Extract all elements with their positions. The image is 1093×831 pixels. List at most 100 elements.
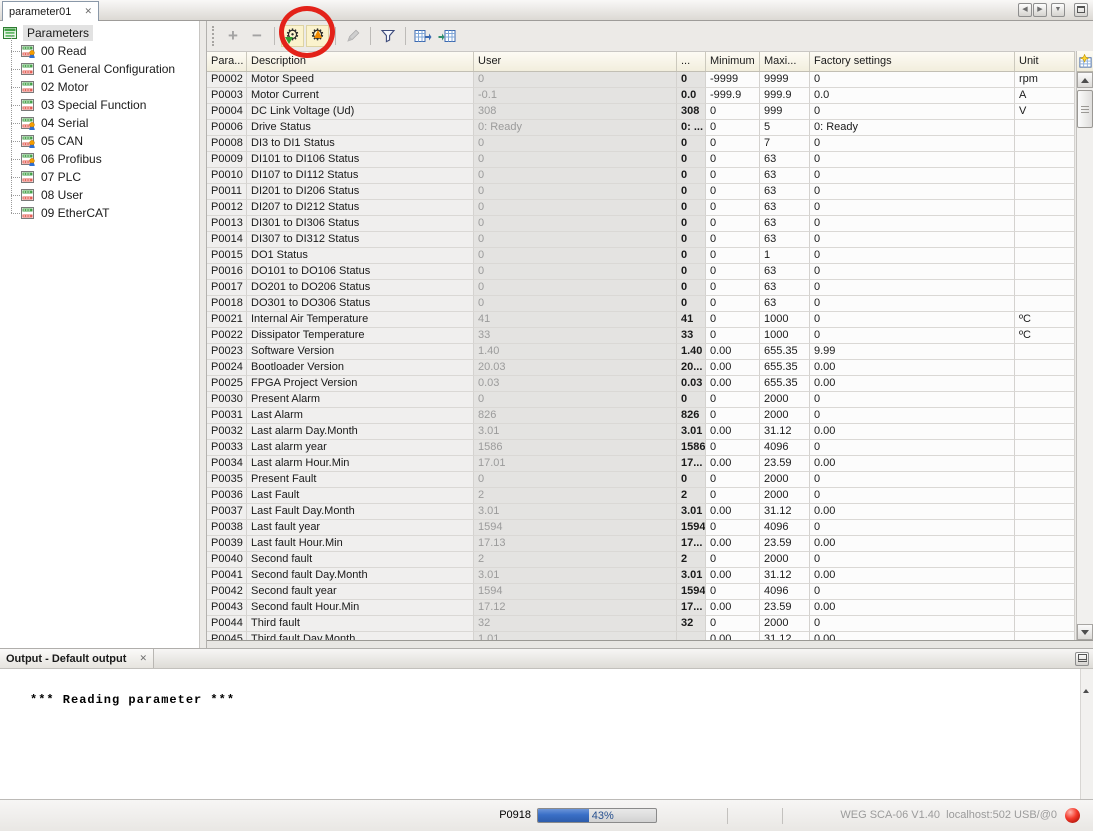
- table-row-p0031[interactable]: P0031Last Alarm826826020000: [207, 408, 1075, 424]
- cell-user-value[interactable]: 0: [474, 232, 677, 248]
- add-parameter-button[interactable]: +: [222, 25, 244, 47]
- table-row-p0003[interactable]: P0003Motor Current-0.10.0-999.9999.90.0A: [207, 88, 1075, 104]
- cell-user-value[interactable]: 3.01: [474, 424, 677, 440]
- column-header-para[interactable]: Para...: [207, 52, 247, 71]
- output-minimize-button[interactable]: [1075, 652, 1089, 666]
- edit-parameter-button[interactable]: [342, 25, 364, 47]
- table-row-p0010[interactable]: P0010DI107 to DI112 Status000630: [207, 168, 1075, 184]
- filter-parameters-button[interactable]: [377, 25, 399, 47]
- cell-user-value[interactable]: 0: [474, 184, 677, 200]
- column-header-[interactable]: ...: [677, 52, 706, 71]
- cell-user-value[interactable]: 0: [474, 216, 677, 232]
- table-row-p0044[interactable]: P0044Third fault3232020000: [207, 616, 1075, 632]
- table-row-p0015[interactable]: P0015DO1 Status00010: [207, 248, 1075, 264]
- table-row-p0039[interactable]: P0039Last fault Hour.Min17.1317...0.0023…: [207, 536, 1075, 552]
- table-row-p0032[interactable]: P0032Last alarm Day.Month3.013.010.0031.…: [207, 424, 1075, 440]
- table-row-p0036[interactable]: P0036Last Fault22020000: [207, 488, 1075, 504]
- table-row-p0030[interactable]: P0030Present Alarm00020000: [207, 392, 1075, 408]
- cell-user-value[interactable]: 17.13: [474, 536, 677, 552]
- cell-user-value[interactable]: 2: [474, 488, 677, 504]
- column-header-minimum[interactable]: Minimum: [706, 52, 760, 71]
- import-table-button[interactable]: [436, 25, 458, 47]
- cell-user-value[interactable]: 1594: [474, 584, 677, 600]
- cell-user-value[interactable]: 1586: [474, 440, 677, 456]
- table-row-p0023[interactable]: P0023Software Version1.401.400.00655.359…: [207, 344, 1075, 360]
- cell-user-value[interactable]: 0: [474, 264, 677, 280]
- table-row-p0004[interactable]: P0004DC Link Voltage (Ud)30830809990V: [207, 104, 1075, 120]
- table-row-p0012[interactable]: P0012DI207 to DI212 Status000630: [207, 200, 1075, 216]
- scrollbar-track[interactable]: [1077, 128, 1093, 624]
- cell-user-value[interactable]: 308: [474, 104, 677, 120]
- sidebar-item-07-plc[interactable]: 07 PLC: [0, 168, 199, 186]
- scroll-down-button[interactable]: [1077, 624, 1093, 640]
- cell-user-value[interactable]: 0: [474, 168, 677, 184]
- cell-user-value[interactable]: 0: Ready: [474, 120, 677, 136]
- column-chooser-button[interactable]: [1077, 51, 1093, 72]
- column-header-unit[interactable]: Unit: [1015, 52, 1075, 71]
- cell-user-value[interactable]: 32: [474, 616, 677, 632]
- cell-user-value[interactable]: 1.01: [474, 632, 677, 640]
- cell-user-value[interactable]: 1.40: [474, 344, 677, 360]
- table-row-p0024[interactable]: P0024Bootloader Version20.0320...0.00655…: [207, 360, 1075, 376]
- sidebar-item-05-can[interactable]: 05 CAN: [0, 132, 199, 150]
- cell-user-value[interactable]: 826: [474, 408, 677, 424]
- output-tab-close-icon[interactable]: ✕: [139, 653, 147, 664]
- table-row-p0025[interactable]: P0025FPGA Project Version0.030.030.00655…: [207, 376, 1075, 392]
- table-row-p0038[interactable]: P0038Last fault year15941594040960: [207, 520, 1075, 536]
- cell-user-value[interactable]: 3.01: [474, 504, 677, 520]
- table-row-p0045[interactable]: P0045Third fault Day.Month1.010.0031.120…: [207, 632, 1075, 640]
- table-row-p0034[interactable]: P0034Last alarm Hour.Min17.0117...0.0023…: [207, 456, 1075, 472]
- output-scrollbar[interactable]: [1080, 669, 1093, 799]
- cell-user-value[interactable]: 17.12: [474, 600, 677, 616]
- table-row-p0016[interactable]: P0016DO101 to DO106 Status000630: [207, 264, 1075, 280]
- cell-user-value[interactable]: 0: [474, 280, 677, 296]
- tree-root-parameters[interactable]: Parameters: [0, 24, 199, 42]
- sidebar-item-06-profibus[interactable]: 06 Profibus: [0, 150, 199, 168]
- table-row-p0040[interactable]: P0040Second fault22020000: [207, 552, 1075, 568]
- table-row-p0043[interactable]: P0043Second fault Hour.Min17.1217...0.00…: [207, 600, 1075, 616]
- tab-output-default[interactable]: Output - Default output ✕: [0, 649, 154, 668]
- cell-user-value[interactable]: 41: [474, 312, 677, 328]
- sidebar-item-08-user[interactable]: 08 User: [0, 186, 199, 204]
- table-row-p0041[interactable]: P0041Second fault Day.Month3.013.010.003…: [207, 568, 1075, 584]
- table-row-p0013[interactable]: P0013DI301 to DI306 Status000630: [207, 216, 1075, 232]
- table-row-p0008[interactable]: P0008DI3 to DI1 Status00070: [207, 136, 1075, 152]
- cell-user-value[interactable]: -0.1: [474, 88, 677, 104]
- table-row-p0014[interactable]: P0014DI307 to DI312 Status000630: [207, 232, 1075, 248]
- remove-parameter-button[interactable]: −: [246, 25, 268, 47]
- tab-list-dropdown-button[interactable]: ▼: [1051, 3, 1065, 17]
- cell-user-value[interactable]: 0: [474, 152, 677, 168]
- table-row-p0042[interactable]: P0042Second fault year15941594040960: [207, 584, 1075, 600]
- cell-user-value[interactable]: 17.01: [474, 456, 677, 472]
- cell-user-value[interactable]: 0: [474, 136, 677, 152]
- cell-user-value[interactable]: 20.03: [474, 360, 677, 376]
- cell-user-value[interactable]: 0: [474, 200, 677, 216]
- cell-user-value[interactable]: 0: [474, 392, 677, 408]
- column-header-user[interactable]: User: [474, 52, 677, 71]
- cell-user-value[interactable]: 1594: [474, 520, 677, 536]
- export-table-button[interactable]: [412, 25, 434, 47]
- table-row-p0011[interactable]: P0011DI201 to DI206 Status000630: [207, 184, 1075, 200]
- sidebar-item-00-read[interactable]: 00 Read: [0, 42, 199, 60]
- tab-parameter01[interactable]: parameter01 ✕: [2, 1, 99, 21]
- table-row-p0002[interactable]: P0002Motor Speed00-999999990rpm: [207, 72, 1075, 88]
- table-row-p0035[interactable]: P0035Present Fault00020000: [207, 472, 1075, 488]
- cell-user-value[interactable]: 33: [474, 328, 677, 344]
- sidebar-item-03-special-function[interactable]: 03 Special Function: [0, 96, 199, 114]
- column-header-description[interactable]: Description: [247, 52, 474, 71]
- cell-user-value[interactable]: 0: [474, 296, 677, 312]
- maximize-window-button[interactable]: [1074, 3, 1088, 17]
- cell-user-value[interactable]: 3.01: [474, 568, 677, 584]
- table-row-p0017[interactable]: P0017DO201 to DO206 Status000630: [207, 280, 1075, 296]
- table-row-p0018[interactable]: P0018DO301 to DO306 Status000630: [207, 296, 1075, 312]
- sidebar-item-01-general-configuration[interactable]: 01 General Configuration: [0, 60, 199, 78]
- column-header-maxi[interactable]: Maxi...: [760, 52, 810, 71]
- tab-close-icon[interactable]: ✕: [84, 6, 92, 17]
- scroll-tabs-left-button[interactable]: ◀: [1018, 3, 1032, 17]
- scroll-tabs-right-button[interactable]: ▶: [1033, 3, 1047, 17]
- table-row-p0033[interactable]: P0033Last alarm year15861586040960: [207, 440, 1075, 456]
- table-row-p0037[interactable]: P0037Last Fault Day.Month3.013.010.0031.…: [207, 504, 1075, 520]
- read-parameters-button[interactable]: ⚙: [281, 25, 304, 47]
- cell-user-value[interactable]: 0: [474, 248, 677, 264]
- sidebar-item-09-ethercat[interactable]: 09 EtherCAT: [0, 204, 199, 222]
